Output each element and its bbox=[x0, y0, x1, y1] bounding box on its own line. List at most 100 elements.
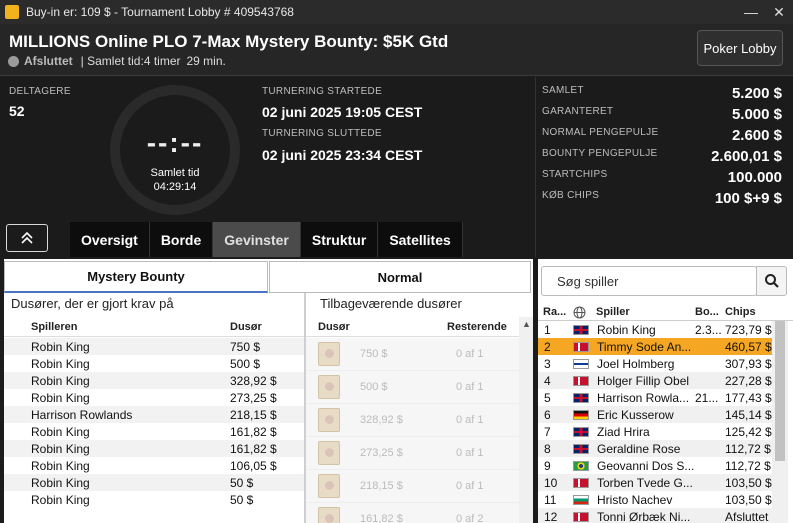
player-chips: 177,43 $ bbox=[725, 391, 772, 405]
player-rank: 10 bbox=[544, 476, 558, 490]
player-name: Robin King bbox=[31, 476, 90, 490]
remaining-count: 0 af 2 bbox=[456, 513, 484, 523]
title-bar: Buy-in er: 109 $ - Tournament Lobby # 40… bbox=[0, 0, 793, 24]
prize-value: 2.600 $ bbox=[731, 127, 782, 144]
player-row[interactable]: 5 Harrison Rowla... 21... 177,43 $ bbox=[538, 389, 773, 406]
globe-icon[interactable] bbox=[573, 306, 586, 319]
player-chips: 460,57 $ bbox=[725, 340, 772, 354]
country-flag-icon bbox=[573, 495, 589, 505]
scrollbar-thumb[interactable] bbox=[775, 321, 785, 461]
tab-struktur[interactable]: Struktur bbox=[300, 222, 379, 257]
player-rank: 2 bbox=[544, 340, 551, 354]
country-flag-icon bbox=[573, 444, 589, 454]
player-row[interactable]: 6 Eric Kusserow 145,14 $ bbox=[538, 406, 773, 423]
remaining-count: 0 af 1 bbox=[456, 447, 484, 459]
player-row[interactable]: 11 Hristo Nachev 103,50 $ bbox=[538, 491, 773, 508]
player-chips: 103,50 $ bbox=[725, 476, 772, 490]
table-row[interactable]: Robin King 273,25 $ bbox=[4, 389, 304, 406]
tournament-name: MILLIONS Online PLO 7-Max Mystery Bounty… bbox=[9, 32, 449, 51]
remaining-scrollbar[interactable]: ▲ bbox=[519, 317, 533, 523]
poker-lobby-button[interactable]: Poker Lobby bbox=[697, 30, 783, 66]
player-name: Robin King bbox=[31, 459, 90, 473]
prize-value: 5.200 $ bbox=[731, 85, 782, 102]
table-row[interactable]: Robin King 161,82 $ bbox=[4, 440, 304, 457]
prize-label: GARANTERET bbox=[542, 106, 614, 117]
player-search-input[interactable]: Søg spiller bbox=[541, 266, 757, 296]
bounty-amount: 218,15 $ bbox=[360, 480, 403, 492]
player-name: Robin King bbox=[31, 340, 90, 354]
player-chips: 307,93 $ bbox=[725, 357, 772, 371]
table-row[interactable]: Robin King 50 $ bbox=[4, 474, 304, 491]
tab-borde[interactable]: Borde bbox=[149, 222, 214, 257]
player-rank: 6 bbox=[544, 408, 551, 422]
player-rank: 11 bbox=[544, 493, 557, 507]
search-button[interactable] bbox=[756, 266, 787, 296]
bounty-amount: 750 $ bbox=[230, 340, 261, 354]
collapse-button[interactable] bbox=[6, 224, 48, 252]
bounty-envelope-icon bbox=[318, 342, 340, 366]
bounty-amount: 500 $ bbox=[360, 381, 388, 393]
player-chips: Afsluttet bbox=[725, 510, 769, 523]
tab-oversigt[interactable]: Oversigt bbox=[70, 222, 150, 257]
table-row: 161,82 $ 0 af 2 bbox=[306, 503, 519, 523]
player-rank: 4 bbox=[544, 374, 551, 388]
player-name: Robin King bbox=[597, 323, 656, 337]
table-row[interactable]: Harrison Rowlands 218,15 $ bbox=[4, 406, 304, 423]
prize-label: NORMAL PENGEPULJE bbox=[542, 127, 659, 138]
player-rank: 8 bbox=[544, 442, 551, 456]
player-row[interactable]: 10 Torben Tvede G... 103,50 $ bbox=[538, 474, 773, 491]
table-row[interactable]: Robin King 750 $ bbox=[4, 338, 304, 355]
col-bounty-header[interactable]: Bo... bbox=[695, 306, 719, 318]
bounty-amount: 500 $ bbox=[230, 357, 261, 371]
prize-label: STARTCHIPS bbox=[542, 169, 608, 180]
player-name: Harrison Rowlands bbox=[31, 408, 133, 422]
prize-label: KØB CHIPS bbox=[542, 190, 600, 201]
table-row: 328,92 $ 0 af 1 bbox=[306, 404, 519, 437]
scroll-up-icon[interactable]: ▲ bbox=[522, 319, 531, 329]
player-name: Robin King bbox=[31, 493, 90, 507]
table-row[interactable]: Robin King 328,92 $ bbox=[4, 372, 304, 389]
remaining-count: 0 af 1 bbox=[456, 480, 484, 492]
tab-satellites[interactable]: Satellites bbox=[378, 222, 463, 257]
remaining-table-header: Dusør Resterende bbox=[306, 317, 533, 337]
main-tabs: Oversigt Borde Gevinster Struktur Satell… bbox=[70, 222, 463, 257]
player-row[interactable]: 7 Ziad Hrira 125,42 $ bbox=[538, 423, 773, 440]
col-player-header[interactable]: Spiller bbox=[596, 306, 630, 318]
player-row[interactable]: 1 Robin King 2.3... 723,79 $ bbox=[538, 321, 773, 338]
player-name: Geraldine Rose bbox=[597, 442, 681, 456]
tournament-status: Afsluttet | Samlet tid:4 timer 29 min. bbox=[8, 54, 226, 68]
started-label: TURNERING STARTEDE bbox=[262, 86, 383, 97]
player-table-body: 1 Robin King 2.3... 723,79 $ 2 Timmy Sode An.… bbox=[538, 321, 773, 523]
claimed-title: Dusører, der er gjort krav på bbox=[11, 296, 174, 311]
country-flag-icon bbox=[573, 512, 589, 522]
player-rank: 9 bbox=[544, 459, 551, 473]
chevron-double-up-icon bbox=[21, 231, 33, 244]
player-row[interactable]: 4 Holger Fillip Obel 227,28 $ bbox=[538, 372, 773, 389]
country-flag-icon bbox=[573, 478, 589, 488]
table-row[interactable]: Robin King 106,05 $ bbox=[4, 457, 304, 474]
ended-value: 02 juni 2025 23:34 CEST bbox=[262, 147, 423, 163]
player-list-scrollbar[interactable] bbox=[772, 321, 788, 523]
window-title: Buy-in er: 109 $ - Tournament Lobby # 40… bbox=[26, 5, 294, 19]
bounty-amount: 273,25 $ bbox=[360, 447, 403, 459]
player-row[interactable]: 3 Joel Holmberg 307,93 $ bbox=[538, 355, 773, 372]
table-row[interactable]: Robin King 500 $ bbox=[4, 355, 304, 372]
bounty-envelope-icon bbox=[318, 474, 340, 498]
player-row[interactable]: 9 Geovanni Dos S... 112,72 $ bbox=[538, 457, 773, 474]
col-chips-header[interactable]: Chips bbox=[725, 306, 756, 318]
table-row[interactable]: Robin King 50 $ bbox=[4, 491, 304, 508]
player-bounty: 21... bbox=[695, 391, 719, 405]
prize-value: 100.000 bbox=[727, 169, 782, 186]
table-row[interactable]: Robin King 161,82 $ bbox=[4, 423, 304, 440]
tab-gevinster[interactable]: Gevinster bbox=[213, 222, 301, 257]
player-row[interactable]: 2 Timmy Sode An... 460,57 $ bbox=[538, 338, 773, 355]
close-button[interactable]: ✕ bbox=[765, 4, 793, 21]
player-row[interactable]: 12 Tonni Ørbæk Ni... Afsluttet bbox=[538, 508, 773, 523]
bounty-amount: 161,82 $ bbox=[230, 425, 277, 439]
player-name: Robin King bbox=[31, 374, 90, 388]
bounty-amount: 750 $ bbox=[360, 348, 388, 360]
minimize-button[interactable]: — bbox=[737, 4, 765, 20]
country-flag-icon bbox=[573, 410, 589, 420]
col-rank-header[interactable]: Ra... bbox=[543, 306, 566, 318]
player-row[interactable]: 8 Geraldine Rose 112,72 $ bbox=[538, 440, 773, 457]
